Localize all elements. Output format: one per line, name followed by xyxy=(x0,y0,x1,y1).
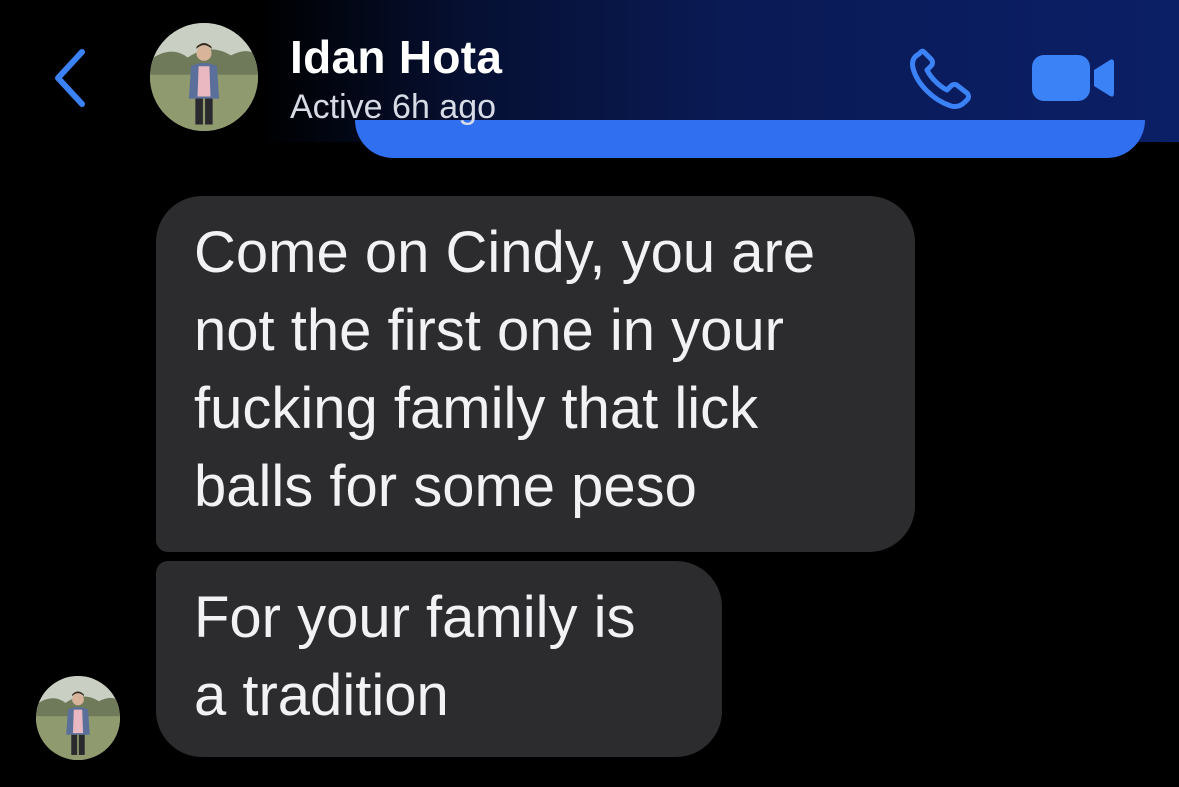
audio-call-button[interactable] xyxy=(905,48,977,112)
message-text-line: balls for some peso xyxy=(194,454,697,519)
message-text-line: Come on Cindy, you are xyxy=(194,220,816,285)
contact-name[interactable]: Idan Hota xyxy=(290,30,502,84)
back-chevron-icon xyxy=(55,49,85,107)
contact-avatar[interactable] xyxy=(150,23,258,131)
phone-icon xyxy=(910,48,971,109)
sender-avatar[interactable] xyxy=(36,676,120,760)
received-message-bubble[interactable]: For your family is a tradition xyxy=(156,561,722,757)
message-text-line: fucking family that lick xyxy=(194,376,759,441)
video-call-button[interactable] xyxy=(1030,52,1116,104)
received-message-bubble[interactable]: Come on Cindy, you are not the first one… xyxy=(156,196,915,552)
avatar-photo xyxy=(150,23,258,131)
message-text-line: a tradition xyxy=(194,663,449,728)
message-text-line: not the first one in your xyxy=(194,298,784,363)
back-button[interactable] xyxy=(50,48,90,108)
avatar-photo xyxy=(36,676,120,760)
message-text-line: For your family is xyxy=(194,585,636,650)
video-camera-icon xyxy=(1032,55,1114,101)
active-status: Active 6h ago xyxy=(290,88,497,126)
